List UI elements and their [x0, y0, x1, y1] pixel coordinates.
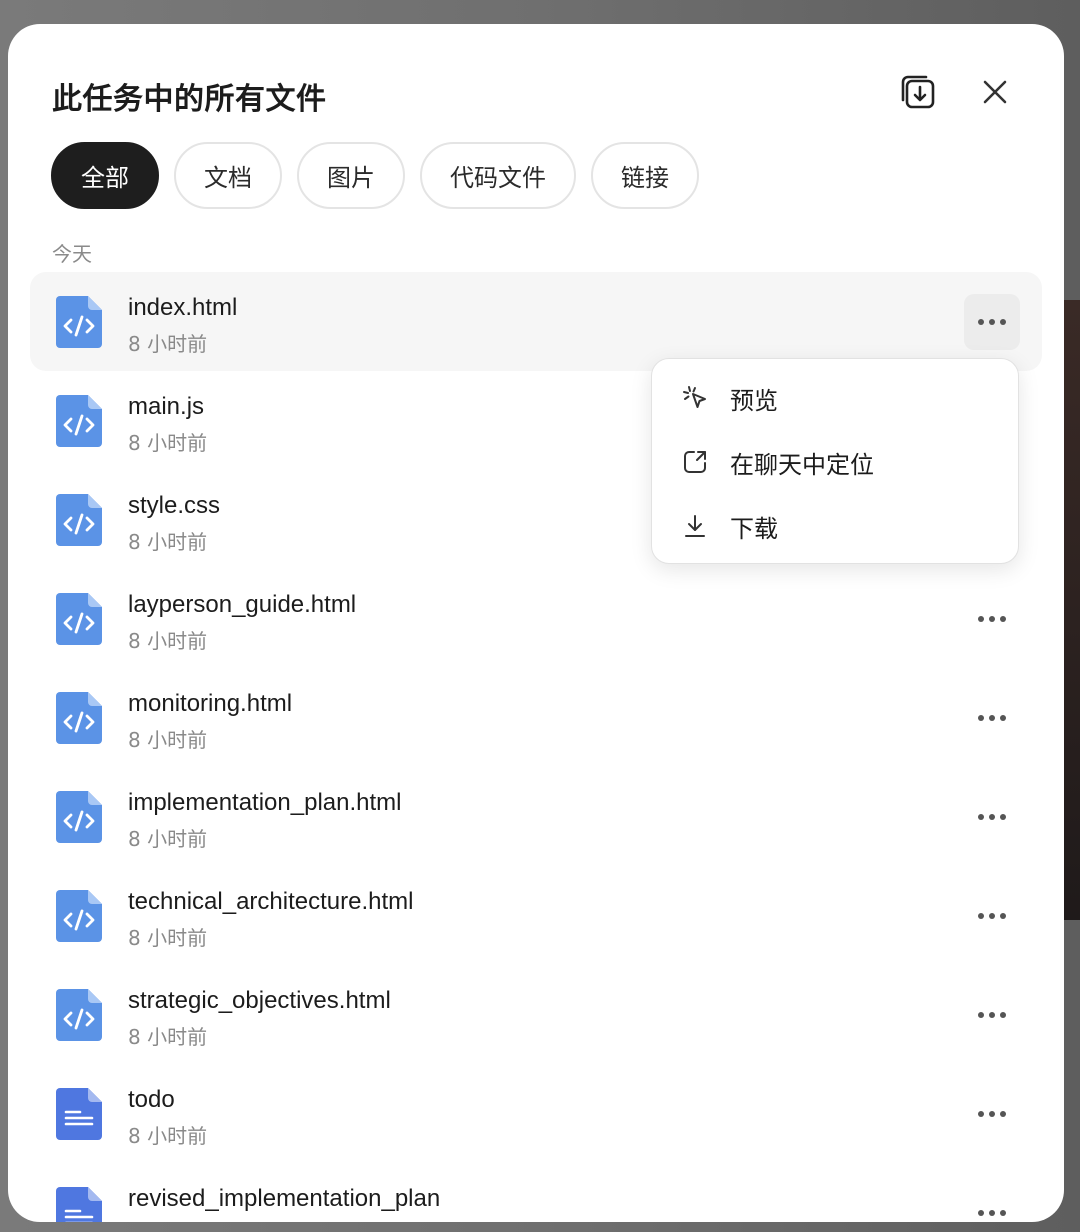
more-options-button[interactable] [964, 888, 1020, 944]
file-name: index.html [128, 294, 238, 321]
code-file-icon [56, 296, 102, 348]
file-row[interactable]: implementation_plan.html 8 小时前 [30, 767, 1042, 866]
download-all-button[interactable] [894, 68, 942, 116]
more-dots-icon [978, 715, 1006, 721]
code-file-icon [56, 395, 102, 447]
menu-item-label: 在聊天中定位 [730, 450, 874, 479]
more-options-button[interactable] [964, 690, 1020, 746]
more-dots-icon [978, 814, 1006, 820]
more-dots-icon [978, 1012, 1006, 1018]
menu-item-label: 预览 [730, 386, 778, 415]
more-dots-icon [978, 319, 1006, 325]
file-time: 8 小时前 [128, 332, 208, 356]
file-time: 8 小时前 [128, 827, 208, 851]
filter-all[interactable]: 全部 [51, 142, 159, 209]
more-dots-icon [978, 1210, 1006, 1216]
file-name: revised_implementation_plan [128, 1185, 441, 1212]
file-row[interactable]: strategic_objectives.html 8 小时前 [30, 965, 1042, 1064]
code-file-icon [56, 791, 102, 843]
filter-documents[interactable]: 文档 [174, 142, 282, 209]
file-name: strategic_objectives.html [128, 987, 391, 1014]
more-dots-icon [978, 913, 1006, 919]
close-button[interactable] [971, 68, 1019, 116]
file-row[interactable]: layperson_guide.html 8 小时前 [30, 569, 1042, 668]
filter-links[interactable]: 链接 [591, 142, 699, 209]
code-file-icon [56, 989, 102, 1041]
file-time: 8 小时前 [128, 431, 208, 455]
file-row[interactable]: monitoring.html 8 小时前 [30, 668, 1042, 767]
file-row[interactable]: index.html 8 小时前 [30, 272, 1042, 371]
background-window [1062, 300, 1080, 920]
more-options-button[interactable] [964, 1185, 1020, 1222]
file-name: monitoring.html [128, 690, 293, 717]
filter-code-files[interactable]: 代码文件 [420, 142, 576, 209]
file-name: style.css [128, 492, 221, 519]
more-options-button[interactable] [964, 987, 1020, 1043]
locate-in-chat-icon [680, 447, 710, 477]
menu-item-label: 下载 [730, 514, 778, 543]
file-name: main.js [128, 393, 205, 420]
download-icon [680, 511, 710, 541]
cursor-click-icon [680, 383, 710, 413]
file-time: 8 小时前 [128, 1124, 208, 1148]
file-row[interactable]: technical_architecture.html 8 小时前 [30, 866, 1042, 965]
menu-item-locate-in-chat[interactable]: 在聊天中定位 [652, 434, 1018, 490]
download-all-icon [901, 75, 935, 109]
file-time: 8 小时前 [128, 530, 208, 554]
file-row[interactable]: todo 8 小时前 [30, 1064, 1042, 1163]
menu-item-download[interactable]: 下载 [652, 498, 1018, 554]
file-time: 8 小时前 [128, 926, 208, 950]
file-time: 8 小时前 [128, 1219, 207, 1222]
file-name: todo [128, 1086, 175, 1113]
code-file-icon [56, 692, 102, 744]
close-icon [983, 80, 1007, 104]
more-options-button[interactable] [964, 1086, 1020, 1142]
filter-tabs: 全部 文档 图片 代码文件 链接 [51, 142, 699, 209]
file-time: 8 小时前 [128, 728, 208, 752]
code-file-icon [56, 890, 102, 942]
more-options-button[interactable] [964, 789, 1020, 845]
code-file-icon [56, 593, 102, 645]
filter-images[interactable]: 图片 [297, 142, 405, 209]
file-time: 8 小时前 [128, 1025, 208, 1049]
file-row[interactable]: revised_implementation_plan 8 小时前 [30, 1163, 1042, 1222]
file-name: implementation_plan.html [128, 789, 402, 816]
more-options-button[interactable] [964, 294, 1020, 350]
file-name: layperson_guide.html [128, 591, 357, 618]
files-dialog: 此任务中的所有文件 全部 文档 图片 代码文件 链接 今天 index.html… [8, 24, 1064, 1222]
code-file-icon [56, 494, 102, 546]
more-dots-icon [978, 616, 1006, 622]
file-context-menu: 预览 在聊天中定位 下载 [651, 358, 1019, 564]
dialog-title: 此任务中的所有文件 [52, 82, 327, 117]
menu-item-preview[interactable]: 预览 [652, 370, 1018, 426]
more-options-button[interactable] [964, 591, 1020, 647]
document-file-icon [56, 1187, 102, 1222]
more-dots-icon [978, 1111, 1006, 1117]
file-name: technical_architecture.html [128, 888, 414, 915]
file-time: 8 小时前 [128, 629, 208, 653]
section-label-today: 今天 [52, 242, 92, 266]
document-file-icon [56, 1088, 102, 1140]
